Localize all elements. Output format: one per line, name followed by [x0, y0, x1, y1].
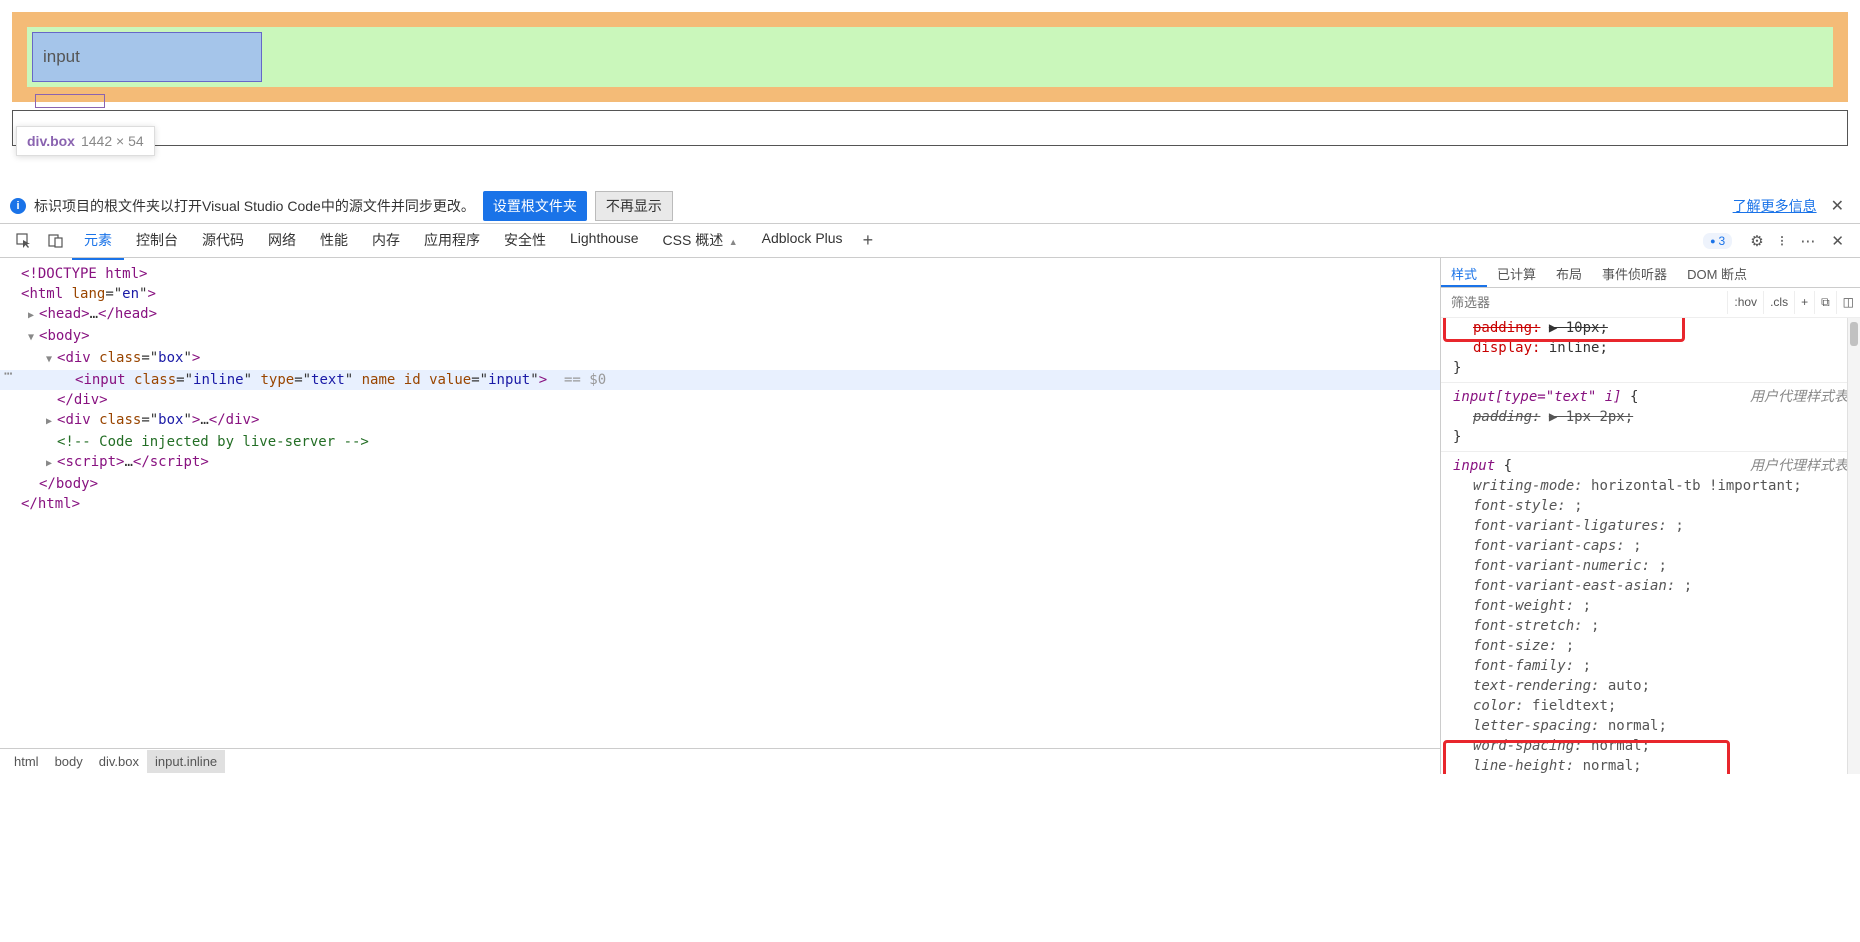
- filter-btn[interactable]: :hov: [1727, 291, 1763, 314]
- css-property-line[interactable]: font-style: ;: [1441, 496, 1860, 516]
- text-input-1[interactable]: [32, 32, 262, 82]
- styles-tab-布局[interactable]: 布局: [1546, 258, 1592, 287]
- tab-内存[interactable]: 内存: [360, 222, 412, 260]
- css-property-line[interactable]: padding: ▶ 1px 2px;: [1441, 407, 1860, 427]
- styles-tab-样式[interactable]: 样式: [1441, 258, 1487, 287]
- css-property-line[interactable]: font-weight: ;: [1441, 596, 1860, 616]
- devtools-main: <!DOCTYPE html><html lang="en">▶<head>…<…: [0, 258, 1860, 774]
- css-property-line[interactable]: 用户代理样式表input {: [1441, 456, 1860, 476]
- add-tab-icon[interactable]: +: [855, 226, 882, 255]
- filter-btn[interactable]: +: [1794, 291, 1814, 314]
- dom-line[interactable]: </body>: [0, 474, 1440, 494]
- tab-性能[interactable]: 性能: [308, 222, 360, 260]
- styles-filter-input[interactable]: [1441, 291, 1727, 314]
- tab-元素[interactable]: 元素: [72, 222, 124, 260]
- styles-filter-bar: :hov.cls+⧉◫: [1441, 288, 1860, 318]
- box-1: [12, 12, 1848, 102]
- tab-安全性[interactable]: 安全性: [492, 222, 558, 260]
- set-root-folder-button[interactable]: 设置根文件夹: [483, 191, 587, 221]
- css-property-line[interactable]: }: [1441, 427, 1860, 447]
- dom-line[interactable]: <input class="inline" type="text" name i…: [0, 370, 1440, 390]
- text-input-2[interactable]: [35, 94, 105, 108]
- infobar-close-icon[interactable]: ✕: [1825, 196, 1850, 216]
- menu-vertical-dots-icon[interactable]: ⁝: [1772, 228, 1793, 254]
- styles-tab-已计算[interactable]: 已计算: [1487, 258, 1546, 287]
- dom-line[interactable]: </html>: [0, 494, 1440, 514]
- dont-show-button[interactable]: 不再显示: [595, 191, 673, 221]
- info-message: 标识项目的根文件夹以打开Visual Studio Code中的源文件并同步更改…: [34, 196, 475, 216]
- settings-gear-icon[interactable]: ⚙: [1742, 228, 1771, 254]
- devtools-tab-bar: 元素控制台源代码网络性能内存应用程序安全性LighthouseCSS 概述Adb…: [0, 224, 1860, 258]
- elements-panel: <!DOCTYPE html><html lang="en">▶<head>…<…: [0, 258, 1440, 774]
- css-property-line[interactable]: font-variant-caps: ;: [1441, 536, 1860, 556]
- styles-tab-bar: 样式已计算布局事件侦听器DOM 断点: [1441, 258, 1860, 288]
- styles-panel: 样式已计算布局事件侦听器DOM 断点 :hov.cls+⧉◫ padding: …: [1440, 258, 1860, 774]
- css-property-line[interactable]: font-variant-east-asian: ;: [1441, 576, 1860, 596]
- inspect-element-icon[interactable]: [8, 229, 40, 253]
- dom-tree[interactable]: <!DOCTYPE html><html lang="en">▶<head>…<…: [0, 258, 1440, 748]
- tab-应用程序[interactable]: 应用程序: [412, 222, 492, 260]
- css-property-line[interactable]: text-rendering: auto;: [1441, 676, 1860, 696]
- css-property-line[interactable]: font-stretch: ;: [1441, 616, 1860, 636]
- tab-控制台[interactable]: 控制台: [124, 222, 190, 260]
- crumb-body[interactable]: body: [47, 750, 91, 773]
- highlight-annotation: [1443, 318, 1685, 342]
- dom-line[interactable]: ▶<head>…</head>: [0, 304, 1440, 326]
- dom-line[interactable]: </div>: [0, 390, 1440, 410]
- filter-btn[interactable]: ⧉: [1814, 291, 1836, 314]
- css-property-line[interactable]: font-size: ;: [1441, 636, 1860, 656]
- css-property-line[interactable]: font-family: ;: [1441, 656, 1860, 676]
- css-property-line[interactable]: writing-mode: horizontal-tb !important;: [1441, 476, 1860, 496]
- scrollbar[interactable]: [1847, 318, 1860, 774]
- styles-tab-事件侦听器[interactable]: 事件侦听器: [1592, 258, 1677, 287]
- scrollbar-thumb[interactable]: [1850, 322, 1858, 346]
- device-toggle-icon[interactable]: [40, 229, 72, 253]
- issues-badge[interactable]: 3: [1703, 233, 1732, 249]
- crumb-div.box[interactable]: div.box: [91, 750, 147, 773]
- page-viewport: div.box 1442 × 54: [0, 0, 1860, 188]
- css-property-line[interactable]: color: fieldtext;: [1441, 696, 1860, 716]
- css-property-line[interactable]: }: [1441, 358, 1860, 378]
- css-property-line[interactable]: font-variant-numeric: ;: [1441, 556, 1860, 576]
- tooltip-dimensions: 1442 × 54: [81, 133, 144, 149]
- more-horizontal-icon[interactable]: ⋯: [1792, 228, 1823, 254]
- tab-CSS 概述[interactable]: CSS 概述: [651, 222, 750, 260]
- css-rules-list[interactable]: padding: ▶ 10px;display: inline;}用户代理样式表…: [1441, 318, 1860, 774]
- dom-line[interactable]: ▶<div class="box">…</div>: [0, 410, 1440, 432]
- dom-line[interactable]: <!DOCTYPE html>: [0, 264, 1440, 284]
- crumb-html[interactable]: html: [6, 750, 47, 773]
- devtools-close-icon[interactable]: ✕: [1823, 228, 1852, 254]
- tab-源代码[interactable]: 源代码: [190, 222, 256, 260]
- dom-line[interactable]: ▼<body>: [0, 326, 1440, 348]
- filter-btn[interactable]: ◫: [1836, 291, 1860, 314]
- dom-line[interactable]: <html lang="en">: [0, 284, 1440, 304]
- box-2: [12, 110, 1848, 146]
- styles-tab-DOM 断点[interactable]: DOM 断点: [1677, 258, 1757, 287]
- highlight-annotation: [1443, 740, 1730, 774]
- breadcrumb: htmlbodydiv.boxinput.inline: [0, 748, 1440, 774]
- css-property-line[interactable]: letter-spacing: normal;: [1441, 716, 1860, 736]
- crumb-input.inline[interactable]: input.inline: [147, 750, 225, 773]
- tab-Adblock Plus[interactable]: Adblock Plus: [750, 222, 855, 260]
- dom-line[interactable]: ▶<script>…</script>: [0, 452, 1440, 474]
- vscode-info-bar: i 标识项目的根文件夹以打开Visual Studio Code中的源文件并同步…: [0, 188, 1860, 224]
- css-property-line[interactable]: 用户代理样式表input[type="text" i] {: [1441, 387, 1860, 407]
- filter-btn[interactable]: .cls: [1763, 291, 1794, 314]
- tab-网络[interactable]: 网络: [256, 222, 308, 260]
- info-icon: i: [10, 198, 26, 214]
- dom-line[interactable]: <!-- Code injected by live-server -->: [0, 432, 1440, 452]
- learn-more-link[interactable]: 了解更多信息: [1733, 196, 1817, 216]
- inspect-tooltip: div.box 1442 × 54: [16, 126, 155, 156]
- dom-line[interactable]: ▼<div class="box">: [0, 348, 1440, 370]
- tab-Lighthouse[interactable]: Lighthouse: [558, 222, 651, 260]
- tooltip-selector: div.box: [27, 133, 75, 149]
- css-property-line[interactable]: font-variant-ligatures: ;: [1441, 516, 1860, 536]
